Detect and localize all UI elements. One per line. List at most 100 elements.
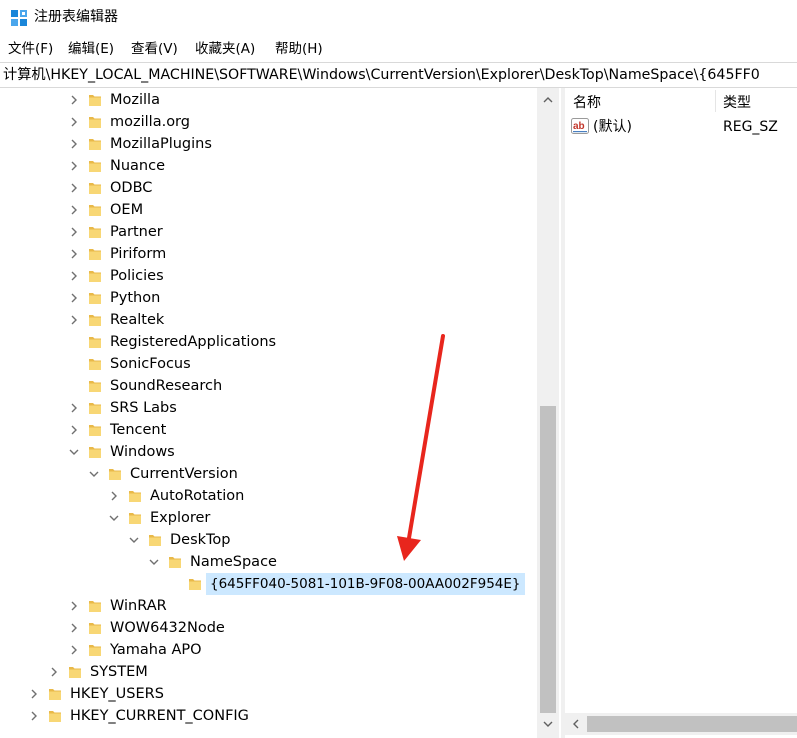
chevron-down-icon[interactable] [106,510,122,526]
folder-icon [49,711,61,722]
chevron-right-icon[interactable] [66,400,82,416]
tree-item-label: Explorer [150,510,211,526]
folder-icon [69,667,81,678]
values-horizontal-scrollbar[interactable] [565,713,797,735]
tree-item-label: Nuance [110,158,166,174]
folder-icon [189,579,201,590]
chevron-right-icon[interactable] [66,642,82,658]
tree-item[interactable]: NameSpace [0,551,537,573]
tree-item-label: CurrentVersion [130,466,238,482]
value-type[interactable]: REG_SZ [723,116,778,138]
key-tree[interactable]: Mozilla mozilla.org MozillaPlugins Nuance OD… [0,88,561,738]
window-title: 注册表编辑器 [34,9,118,25]
tree-item[interactable]: SonicFocus [0,353,537,375]
chevron-right-icon[interactable] [66,224,82,240]
tree-item-label: ODBC [110,180,153,196]
chevron-right-icon[interactable] [106,488,122,504]
folder-icon [89,645,101,656]
tree-item[interactable]: {645FF040-5081-101B-9F08-00AA002F954E} [0,573,537,595]
chevron-right-icon[interactable] [46,664,62,680]
column-header-name[interactable]: 名称 [573,92,601,114]
chevron-right-icon[interactable] [66,290,82,306]
address-bar[interactable]: 计算机\HKEY_LOCAL_MACHINE\SOFTWARE\Windows\… [0,62,797,88]
scrollbar-thumb[interactable] [540,406,556,713]
tree-item[interactable]: Nuance [0,155,537,177]
tree-item[interactable]: MozillaPlugins [0,133,537,155]
tree-item[interactable]: WOW6432Node [0,617,537,639]
tree-item[interactable]: WinRAR [0,595,537,617]
chevron-right-icon[interactable] [66,158,82,174]
folder-icon [89,447,101,458]
tree-item[interactable]: Tencent [0,419,537,441]
tree-item-label: DeskTop [170,532,231,548]
scroll-up-icon[interactable] [542,94,554,106]
tree-item[interactable]: Piriform [0,243,537,265]
chevron-right-icon[interactable] [66,92,82,108]
tree-item[interactable]: RegisteredApplications [0,331,537,353]
chevron-right-icon[interactable] [66,620,82,636]
chevron-right-icon[interactable] [26,708,42,724]
chevron-down-icon[interactable] [66,444,82,460]
value-name[interactable]: (默认) [593,116,632,138]
tree-item[interactable]: CurrentVersion [0,463,537,485]
folder-icon [89,117,101,128]
chevron-right-icon[interactable] [66,136,82,152]
tree-item[interactable]: OEM [0,199,537,221]
tree-item[interactable]: Python [0,287,537,309]
tree-item[interactable]: HKEY_CURRENT_CONFIG [0,705,537,727]
folder-icon [89,403,101,414]
values-list[interactable]: 名称 类型 ab (默认) REG_SZ [565,88,797,738]
chevron-down-icon[interactable] [126,532,142,548]
tree-item-label: WOW6432Node [110,620,225,636]
chevron-right-icon[interactable] [66,114,82,130]
folder-icon [89,359,101,370]
tree-item[interactable]: ODBC [0,177,537,199]
column-divider[interactable] [715,90,716,112]
chevron-right-icon[interactable] [66,202,82,218]
chevron-right-icon[interactable] [26,686,42,702]
scrollbar-thumb[interactable] [587,716,797,732]
chevron-right-icon[interactable] [66,422,82,438]
tree-item[interactable]: SYSTEM [0,661,537,683]
chevron-right-icon[interactable] [66,312,82,328]
tree-item[interactable]: AutoRotation [0,485,537,507]
chevron-right-icon[interactable] [66,180,82,196]
tree-item[interactable]: Yamaha APO [0,639,537,661]
tree-item[interactable]: DeskTop [0,529,537,551]
chevron-down-icon[interactable] [146,554,162,570]
menu-favorites[interactable]: 收藏夹(A) [195,38,255,60]
scroll-down-icon[interactable] [542,718,554,730]
menu-help[interactable]: 帮助(H) [275,38,323,60]
tree-vertical-scrollbar[interactable] [537,88,559,738]
menu-file[interactable]: 文件(F) [8,38,53,60]
tree-item-label: MozillaPlugins [110,136,212,152]
chevron-right-icon[interactable] [66,268,82,284]
tree-item-label: mozilla.org [110,114,190,130]
tree-item[interactable]: SRS Labs [0,397,537,419]
registry-editor-app-icon [11,10,27,26]
chevron-right-icon[interactable] [66,246,82,262]
tree-item-label: SonicFocus [110,356,191,372]
tree-item[interactable]: SoundResearch [0,375,537,397]
folder-icon [89,381,101,392]
tree-item[interactable]: Mozilla [0,89,537,111]
chevron-down-icon[interactable] [86,466,102,482]
tree-item[interactable]: Windows [0,441,537,463]
tree-item[interactable]: Realtek [0,309,537,331]
tree-item-label: Yamaha APO [110,642,202,658]
tree-item[interactable]: mozilla.org [0,111,537,133]
menu-edit[interactable]: 编辑(E) [68,38,114,60]
column-header-type[interactable]: 类型 [723,92,751,114]
scroll-left-icon[interactable] [570,718,582,730]
tree-item[interactable]: Explorer [0,507,537,529]
tree-item[interactable]: Policies [0,265,537,287]
folder-icon [129,513,141,524]
tree-item-label: Policies [110,268,164,284]
menu-view[interactable]: 查看(V) [131,38,178,60]
address-path[interactable]: 计算机\HKEY_LOCAL_MACHINE\SOFTWARE\Windows\… [3,63,760,87]
tree-item-label: Piriform [110,246,167,262]
tree-item-label: Partner [110,224,163,240]
tree-item[interactable]: Partner [0,221,537,243]
tree-item[interactable]: HKEY_USERS [0,683,537,705]
chevron-right-icon[interactable] [66,598,82,614]
